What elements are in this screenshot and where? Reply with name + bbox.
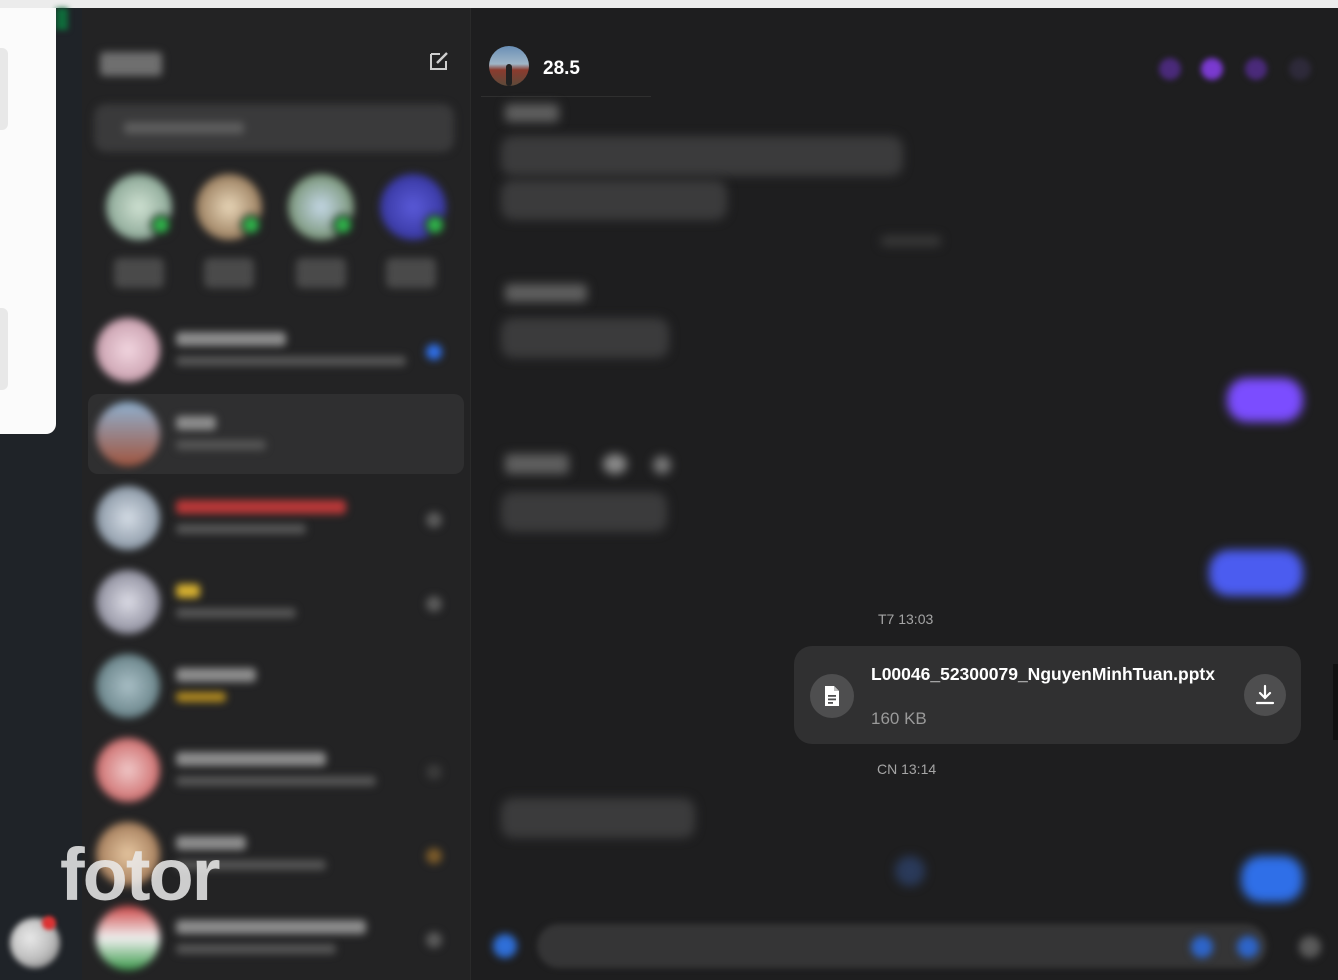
story-name — [114, 258, 164, 288]
story-name — [204, 258, 254, 288]
notification-badge — [42, 916, 56, 930]
info-icon[interactable] — [1289, 58, 1311, 80]
conversation-avatar[interactable] — [489, 46, 529, 86]
download-icon — [1255, 684, 1275, 705]
received-message[interactable] — [501, 798, 695, 838]
rail-indicator — [56, 8, 68, 30]
chat-list-item[interactable] — [88, 478, 464, 558]
message-input[interactable] — [537, 924, 1267, 968]
document-icon — [810, 674, 854, 718]
conversation-title[interactable]: 28.5 — [543, 58, 580, 80]
message-sender — [505, 104, 559, 122]
message-sender — [505, 284, 587, 302]
received-message[interactable] — [501, 492, 667, 532]
overlay-panel — [0, 8, 56, 434]
top-window-strip — [0, 0, 1338, 8]
fotor-watermark: fotor — [60, 833, 220, 916]
header-divider — [481, 96, 651, 97]
chat-list-item[interactable] — [88, 562, 464, 642]
received-message[interactable] — [501, 318, 669, 358]
scroll-down-button[interactable] — [895, 856, 925, 886]
file-name[interactable]: L00046_52300079_NguyenMinhTuan.pptx — [871, 663, 1241, 686]
story-avatar[interactable] — [380, 174, 446, 240]
sent-message[interactable] — [1241, 856, 1303, 902]
window-edge — [1333, 664, 1338, 740]
conversation-pane: 28.5 T7 13:03 L00046_52300079_NguyenMinh… — [470, 8, 1338, 980]
story-name — [296, 258, 346, 288]
file-attachment-message[interactable]: L00046_52300079_NguyenMinhTuan.pptx 160 … — [794, 646, 1301, 744]
received-message[interactable] — [501, 180, 727, 220]
chat-list-item[interactable] — [88, 310, 464, 390]
reaction-icon — [653, 456, 671, 474]
sticker-icon[interactable] — [1191, 936, 1213, 958]
chat-list-item[interactable] — [88, 730, 464, 810]
chat-list-item-active[interactable] — [88, 394, 464, 474]
story-avatar[interactable] — [106, 174, 172, 240]
compose-icon[interactable] — [428, 50, 450, 72]
blurred-timestamp — [881, 236, 941, 246]
search-input[interactable] — [94, 104, 454, 152]
message-timestamp: T7 13:03 — [878, 611, 934, 627]
message-composer — [471, 914, 1338, 974]
sent-message[interactable] — [1209, 550, 1303, 596]
sent-message[interactable] — [1227, 378, 1303, 422]
reaction-icon — [603, 454, 627, 474]
emoji-icon[interactable] — [1237, 936, 1259, 958]
overlay-sheet — [0, 308, 8, 390]
story-avatar[interactable] — [288, 174, 354, 240]
received-message[interactable] — [501, 136, 903, 176]
download-button[interactable] — [1244, 674, 1286, 716]
add-attachment-icon[interactable] — [493, 934, 517, 958]
search-icon[interactable] — [1245, 58, 1267, 80]
video-call-icon[interactable] — [1201, 58, 1223, 80]
like-icon[interactable] — [1299, 936, 1321, 958]
story-name — [386, 258, 436, 288]
message-timestamp: CN 13:14 — [877, 761, 937, 777]
story-avatar[interactable] — [196, 174, 262, 240]
chat-list-item[interactable] — [88, 646, 464, 726]
message-sender — [505, 454, 569, 474]
phone-icon[interactable] — [1159, 58, 1181, 80]
file-size: 160 KB — [871, 709, 927, 728]
header-actions — [1151, 52, 1321, 84]
overlay-sheet — [0, 48, 8, 130]
sidebar-title — [100, 52, 162, 76]
